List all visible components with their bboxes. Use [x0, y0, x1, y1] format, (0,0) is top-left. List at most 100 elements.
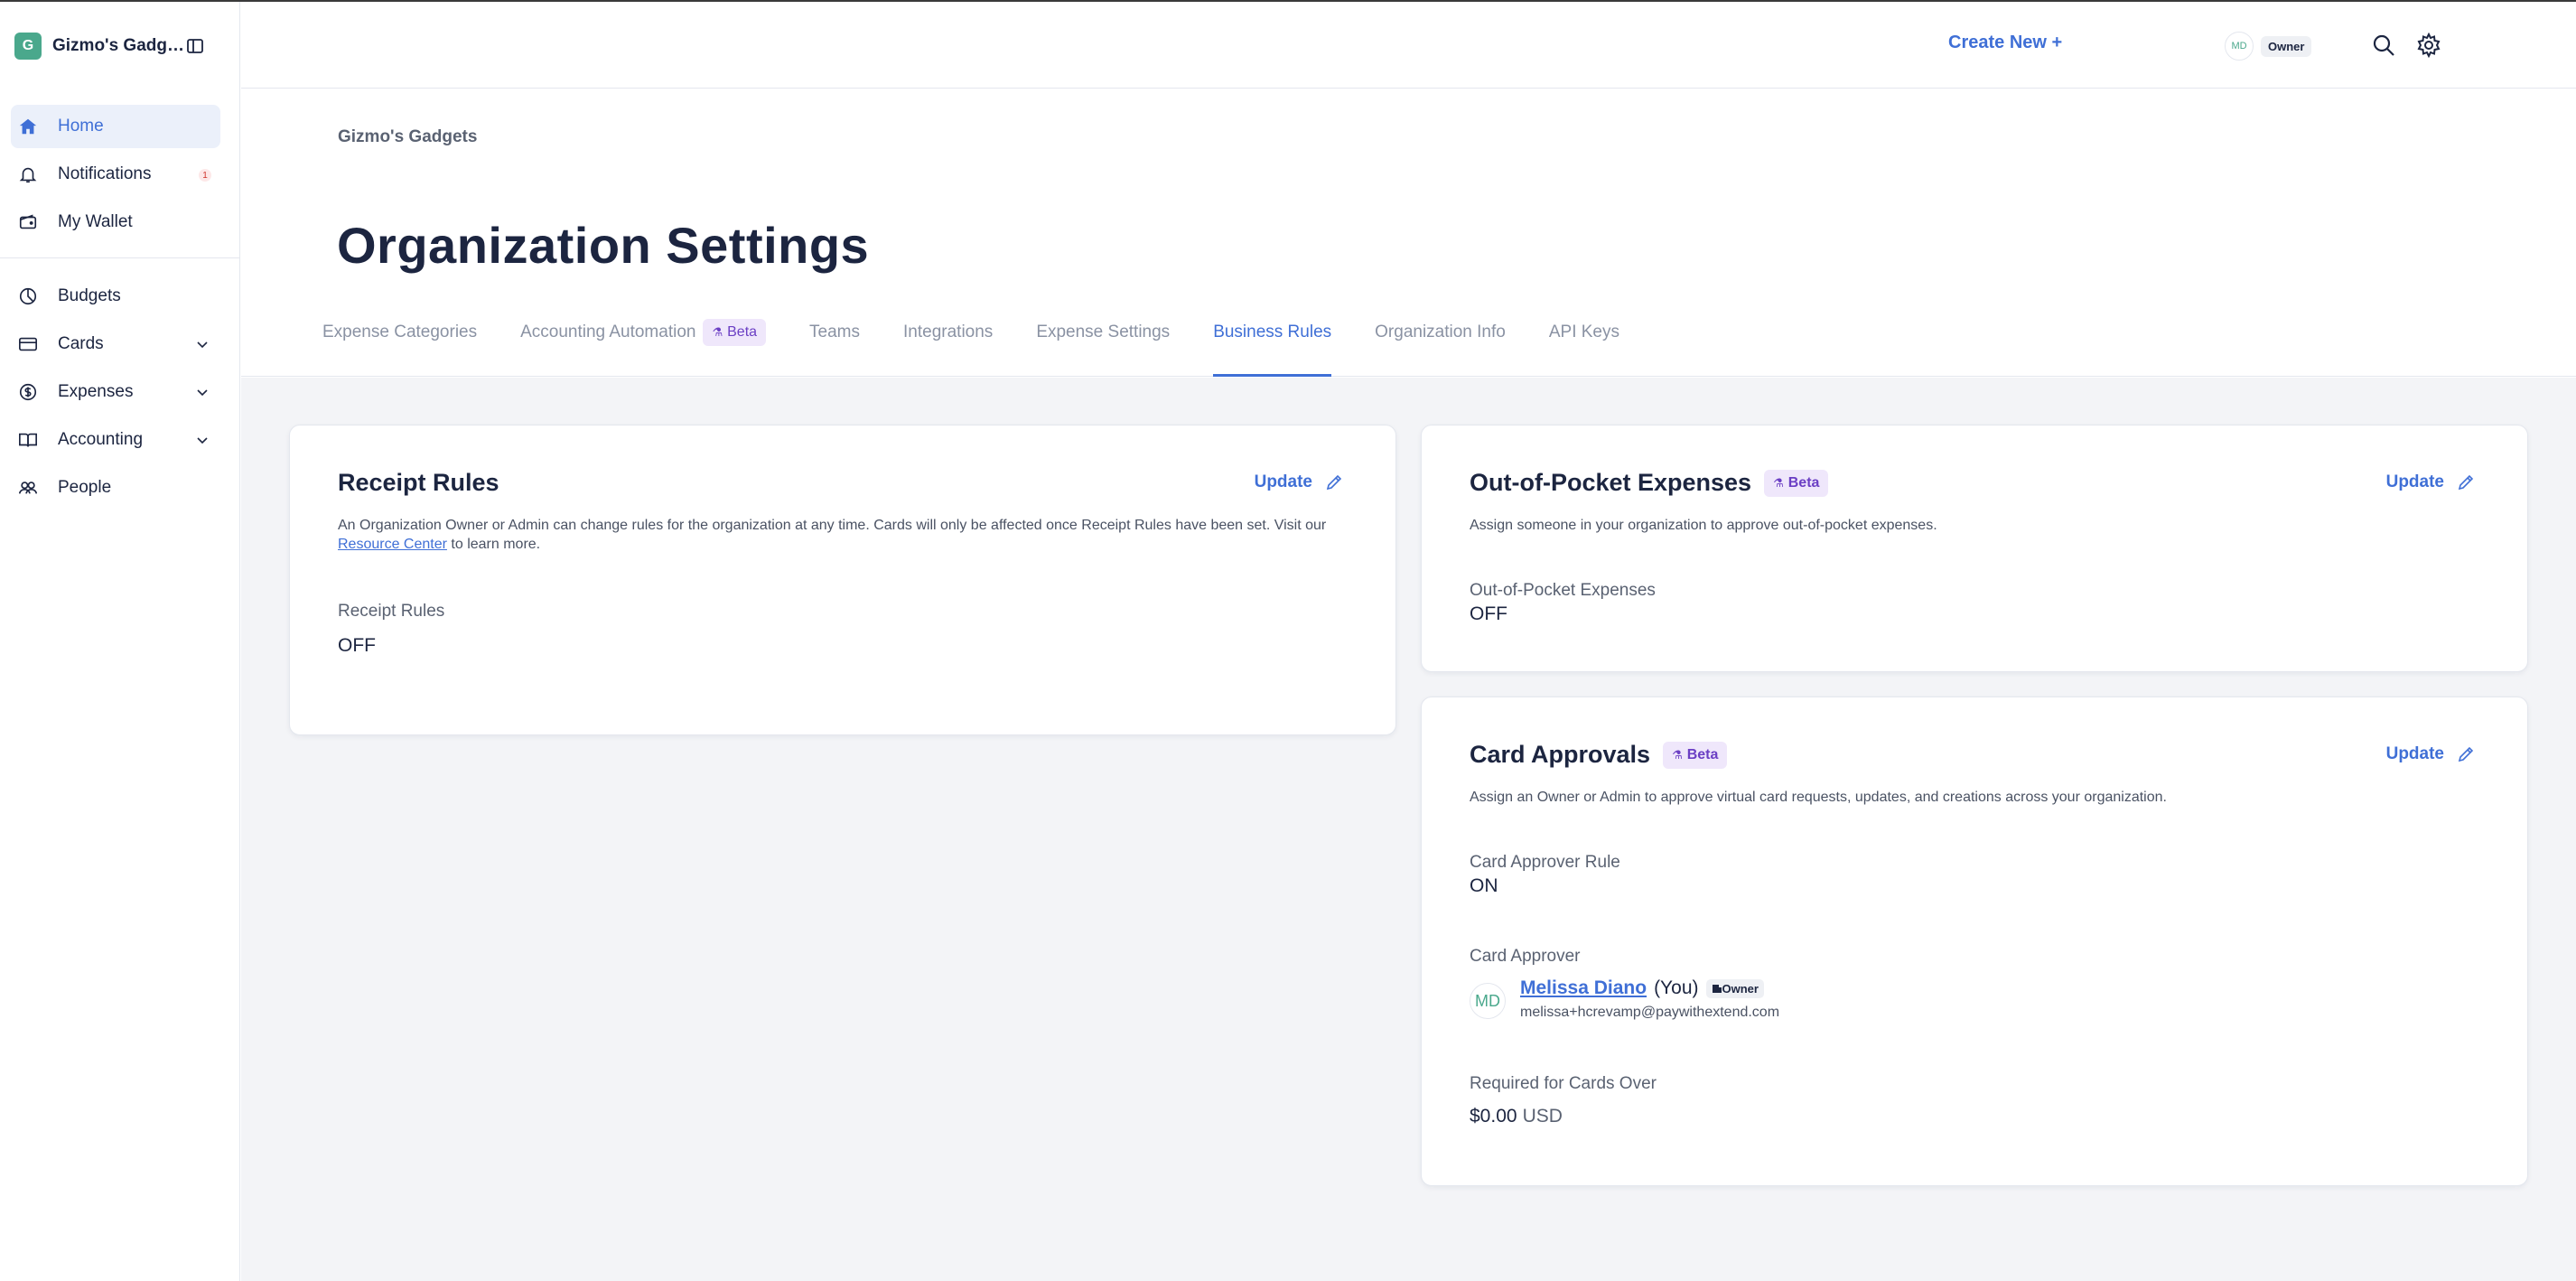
tab-label: Integrations	[903, 323, 994, 341]
tab-accounting-automation[interactable]: Accounting Automation ⚗ Beta	[520, 319, 767, 377]
tab-teams[interactable]: Teams	[809, 323, 860, 377]
tab-organization-info[interactable]: Organization Info	[1375, 323, 1506, 377]
receipt-rules-card: Receipt Rules Update An Organization Own…	[289, 425, 1396, 735]
receipt-rules-value: OFF	[338, 635, 376, 656]
pencil-icon	[2458, 746, 2474, 762]
chevron-down-icon[interactable]	[195, 385, 210, 399]
tab-label: API Keys	[1548, 323, 1619, 341]
field-label: Card Approver	[1470, 947, 1581, 966]
page-title: Organization Settings	[337, 217, 870, 274]
nav-primary: Home Notifications 1 My Wallet	[11, 105, 220, 248]
card-title: Receipt Rules	[338, 469, 499, 497]
sidebar-item-home[interactable]: Home	[11, 105, 220, 148]
sidebar-item-expenses[interactable]: Expenses	[11, 370, 220, 414]
sidebar-collapse-icon[interactable]	[186, 37, 204, 55]
tab-label: Expense Settings	[1036, 323, 1171, 341]
beta-badge: ⚗ Beta	[1663, 741, 1728, 769]
sidebar-item-label: Notifications	[58, 164, 152, 183]
role-label: Owner	[1722, 981, 1759, 996]
update-label: Update	[2385, 472, 2444, 491]
sidebar-item-label: Home	[58, 117, 104, 136]
breadcrumb[interactable]: Gizmo's Gadgets	[338, 127, 477, 147]
sidebar: G Gizmo's Gadgets Home Notifications 1 M…	[0, 2, 240, 1281]
resource-center-link[interactable]: Resource Center	[338, 537, 447, 552]
user-menu[interactable]: MD Owner	[2225, 31, 2312, 61]
approver-you-label: (You)	[1654, 977, 1699, 998]
tab-label: Teams	[809, 323, 861, 341]
field-label: Required for Cards Over	[1470, 1074, 1657, 1093]
chevron-down-icon[interactable]	[195, 337, 210, 351]
card-approver-rule-value: ON	[1470, 875, 1498, 896]
building-icon	[1712, 985, 1722, 993]
sidebar-item-my-wallet[interactable]: My Wallet	[11, 201, 220, 244]
approver-name-link[interactable]: Melissa Diano	[1520, 977, 1647, 999]
description-text: to learn more.	[446, 537, 541, 552]
beta-badge: ⚗ Beta	[1764, 469, 1829, 497]
home-icon	[16, 115, 40, 138]
card-approvals-card: Card Approvals ⚗ Beta Update Assign an Ow…	[1421, 697, 2528, 1186]
tab-business-rules[interactable]: Business Rules	[1213, 323, 1331, 377]
out-of-pocket-value: OFF	[1470, 603, 1507, 624]
card-description: Assign an Owner or Admin to approve virt…	[1470, 790, 2167, 805]
out-of-pocket-card: Out-of-Pocket Expenses ⚗ Beta Update Assi…	[1421, 425, 2528, 672]
pencil-icon	[1326, 474, 1342, 491]
card-approvals-update-button[interactable]: Update	[2386, 744, 2475, 764]
tab-label: Organization Info	[1375, 323, 1506, 341]
sidebar-item-cards[interactable]: Cards	[11, 323, 220, 366]
chevron-down-icon[interactable]	[195, 433, 210, 447]
currency-code: USD	[1522, 1106, 1563, 1127]
required-amount: $0.00 USD	[1470, 1106, 1563, 1127]
search-icon[interactable]	[2371, 33, 2396, 58]
tab-expense-settings[interactable]: Expense Settings	[1036, 323, 1170, 377]
card-title-text: Out-of-Pocket Expenses	[1470, 469, 1752, 496]
update-label: Update	[1254, 472, 1312, 491]
sidebar-item-label: People	[58, 478, 112, 497]
card-approver: MD Melissa Diano (You) Owner melissa+hcr…	[1470, 977, 1779, 1021]
org-name: Gizmo's Gadgets	[52, 36, 191, 55]
settings-tabs: Expense Categories Accounting Automation…	[322, 319, 1663, 377]
tab-label: Business Rules	[1213, 323, 1332, 341]
gear-icon[interactable]	[2416, 33, 2441, 58]
beta-badge: ⚗ Beta	[703, 319, 767, 346]
flask-icon: ⚗	[712, 325, 723, 339]
beta-label: Beta	[1686, 746, 1719, 762]
beta-label: Beta	[1787, 474, 1820, 491]
flask-icon: ⚗	[1672, 747, 1683, 762]
approver-line: Melissa Diano (You) Owner	[1520, 977, 1779, 999]
out-of-pocket-update-button[interactable]: Update	[2386, 472, 2475, 492]
credit-card-icon	[16, 332, 40, 356]
notification-count-badge: 1	[199, 169, 211, 182]
card-title-text: Card Approvals	[1470, 741, 1651, 768]
pencil-icon	[2458, 474, 2474, 491]
tab-api-keys[interactable]: API Keys	[1549, 323, 1619, 377]
dollar-circle-icon	[16, 380, 40, 404]
field-label: Receipt Rules	[338, 602, 445, 621]
receipt-rules-update-button[interactable]: Update	[1255, 472, 1343, 492]
sidebar-item-notifications[interactable]: Notifications 1	[11, 153, 220, 196]
sidebar-item-accounting[interactable]: Accounting	[11, 418, 220, 462]
sidebar-item-label: Budgets	[58, 286, 121, 305]
page-header: Gizmo's Gadgets Organization Settings Ex…	[241, 89, 2576, 377]
people-icon	[16, 476, 40, 500]
approver-info: Melissa Diano (You) Owner melissa+hcreva…	[1520, 977, 1779, 1021]
field-label: Card Approver Rule	[1470, 853, 1620, 872]
description-text: An Organization Owner or Admin can chang…	[338, 518, 1327, 533]
tab-expense-categories[interactable]: Expense Categories	[322, 323, 477, 377]
tab-integrations[interactable]: Integrations	[903, 323, 993, 377]
book-icon	[16, 428, 40, 452]
tab-label: Expense Categories	[322, 323, 478, 341]
beta-label: Beta	[727, 324, 758, 340]
bell-icon	[16, 163, 40, 186]
card-title: Out-of-Pocket Expenses ⚗ Beta	[1470, 469, 1829, 497]
wallet-icon	[16, 210, 40, 234]
main-content: Receipt Rules Update An Organization Own…	[241, 378, 2576, 1281]
org-switcher[interactable]: G Gizmo's Gadgets	[14, 33, 224, 60]
card-title-text: Receipt Rules	[338, 469, 499, 496]
card-title: Card Approvals ⚗ Beta	[1470, 741, 1728, 769]
sidebar-item-budgets[interactable]: Budgets	[11, 275, 220, 318]
nav-secondary: Budgets Cards Expenses Accounting People	[11, 275, 220, 514]
sidebar-item-label: Expenses	[58, 382, 134, 401]
card-description: Assign someone in your organization to a…	[1470, 518, 1937, 533]
create-new-button[interactable]: Create New +	[1948, 33, 2062, 53]
sidebar-item-people[interactable]: People	[11, 466, 220, 510]
